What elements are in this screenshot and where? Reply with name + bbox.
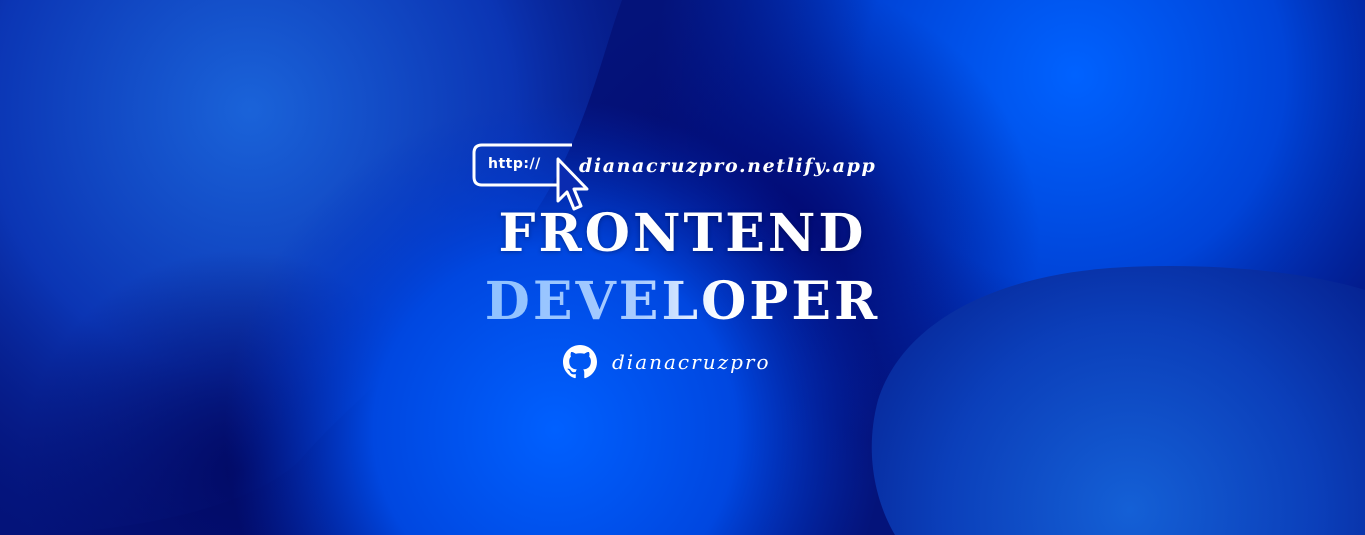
- hero-banner: http:// dianacruzpro.netlify.app FRONTEN…: [0, 0, 1365, 535]
- headline-line-1: FRONTEND: [498, 203, 867, 264]
- url-prefix: http://: [488, 156, 541, 172]
- headline-line-2: DEVELOPER: [0, 276, 1365, 328]
- headline-line-2-text: DEVELOPER: [484, 271, 881, 332]
- gradient-background: [0, 0, 1365, 535]
- portfolio-url: dianacruzpro.netlify.app: [579, 155, 877, 177]
- github-octocat-icon: [563, 345, 597, 379]
- github-username: dianacruzpro: [612, 350, 771, 374]
